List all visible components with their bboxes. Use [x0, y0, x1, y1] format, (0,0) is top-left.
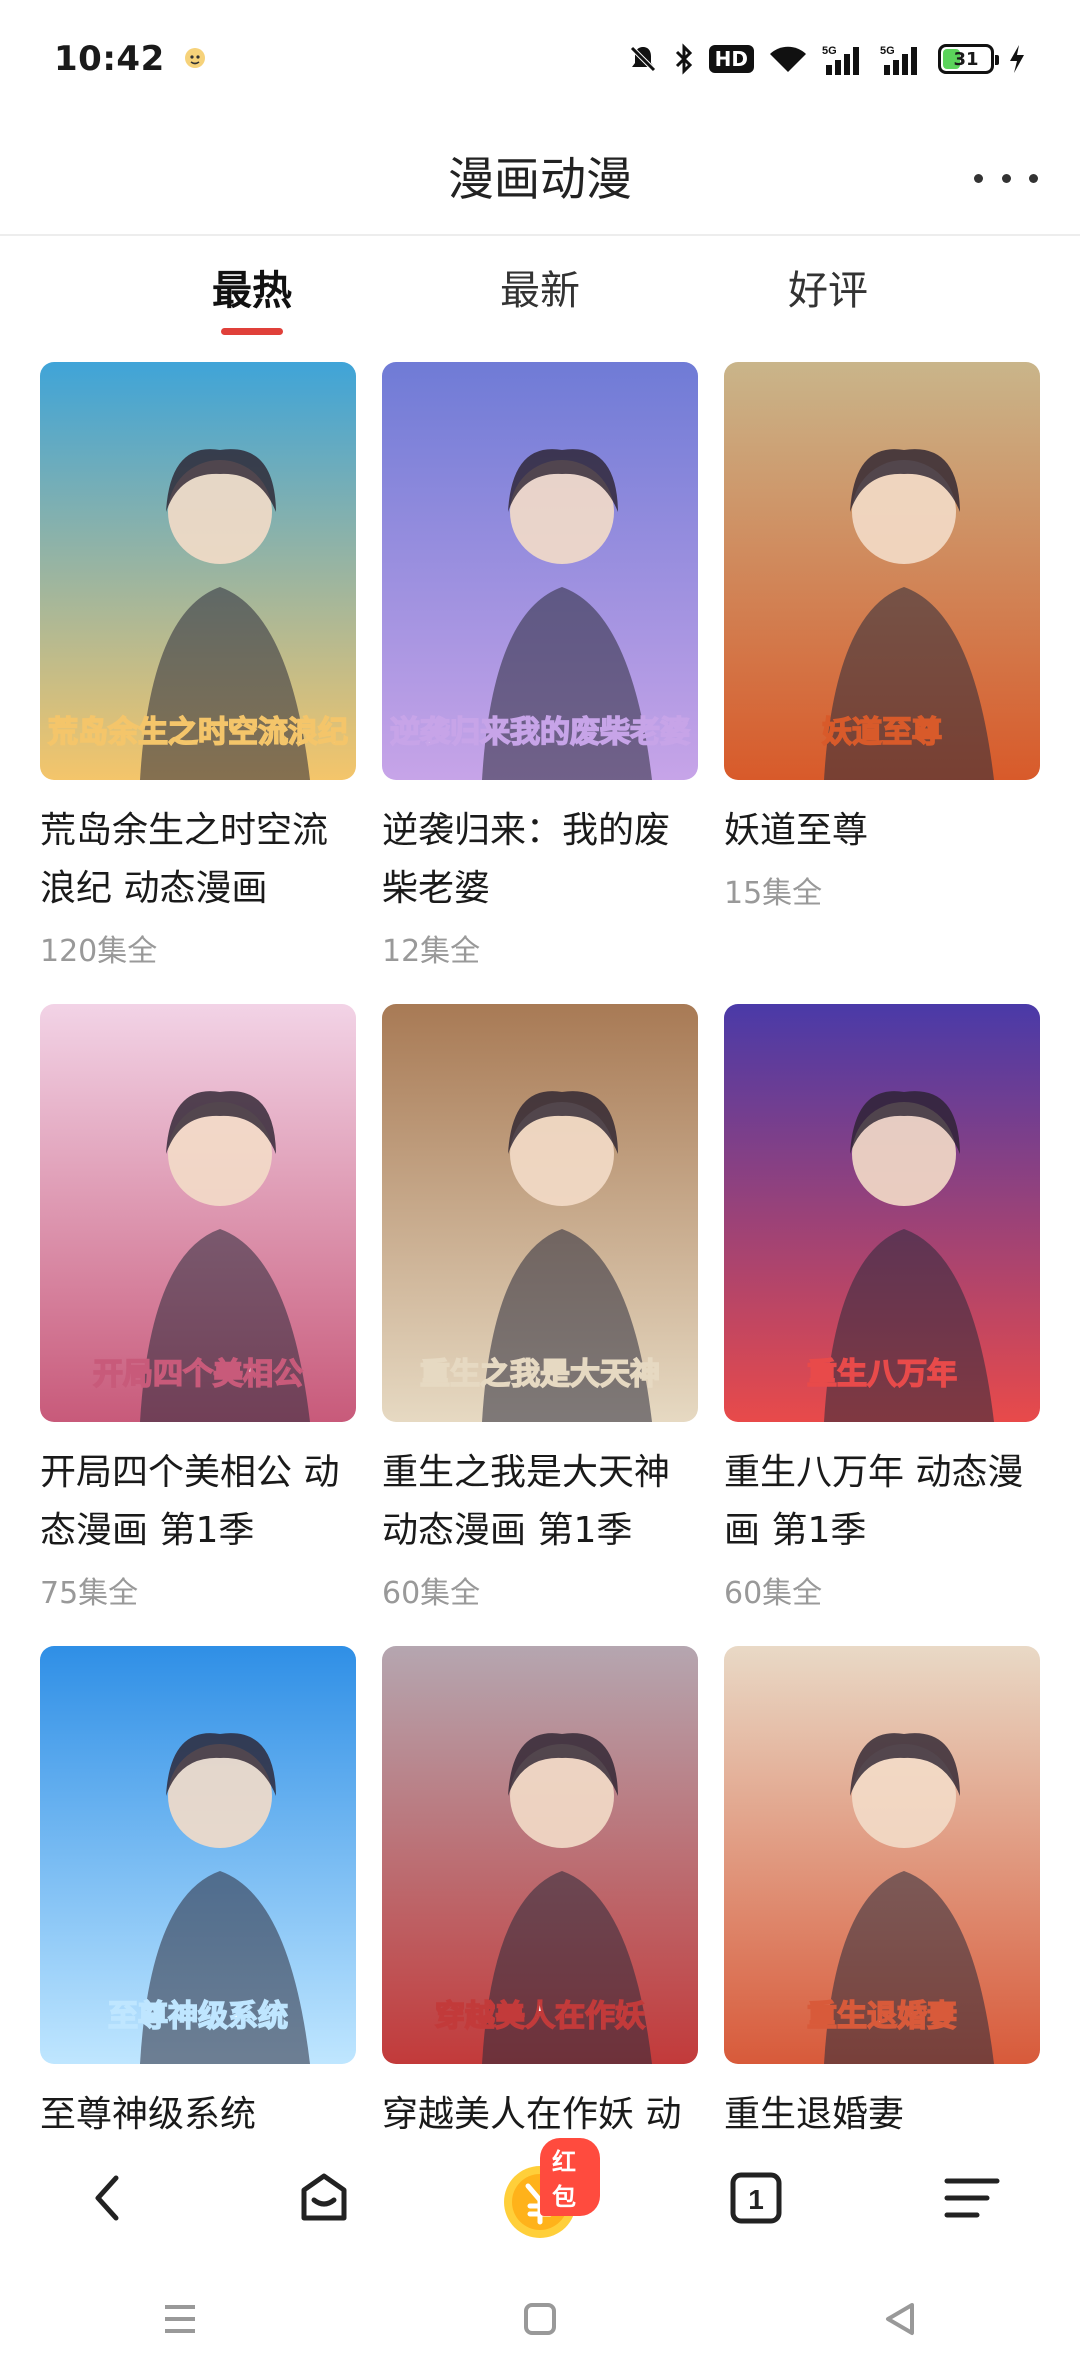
redpacket-button[interactable]: 红包 — [480, 2138, 600, 2258]
comic-title: 荒岛余生之时空流浪纪 动态漫画 — [40, 810, 329, 909]
system-back-button[interactable] — [882, 2301, 918, 2341]
cover-art: 开局四个美相公 — [40, 1004, 356, 1422]
comic-card[interactable]: 妖道至尊 妖道至尊 15集全 — [724, 362, 1040, 912]
menu-icon — [944, 2178, 1000, 2218]
comic-card[interactable]: 逆袭归来我的废柴老婆 逆袭归来：我的废柴老婆 12集全 — [382, 362, 698, 970]
svg-text:5G: 5G — [822, 45, 837, 57]
cover-art: 穿越美人在作妖 — [382, 1646, 698, 2064]
comic-card[interactable]: 重生退婚妻 重生退婚妻 — [724, 1646, 1040, 2132]
comic-cover[interactable]: 至尊神级系统 — [40, 1646, 356, 2064]
cover-art: 重生之我是大天神 — [382, 1004, 698, 1422]
cover-caption: 重生八万年 — [807, 1357, 957, 1392]
more-dot — [1001, 173, 1011, 183]
triangle-back-icon — [886, 2303, 914, 2335]
active-tab-indicator — [221, 328, 283, 335]
wifi-icon — [768, 44, 808, 74]
tab-rated[interactable]: 好评 — [748, 258, 908, 316]
comic-title: 重生之我是大天神 动态漫画 第1季 — [382, 1452, 671, 1551]
comic-grid: 荒岛余生之时空流浪纪 荒岛余生之时空流浪纪 动态漫画 120集全 逆袭归来我的废… — [40, 362, 1040, 2132]
signal-icon-2: 5G — [880, 43, 924, 75]
hd-badge: HD — [708, 45, 754, 73]
comic-title: 开局四个美相公 动态漫画 第1季 — [40, 1452, 340, 1551]
comic-title: 至尊神级系统 — [40, 2094, 257, 2132]
comic-title: 重生退婚妻 — [724, 2094, 905, 2132]
redpacket-badge: 红包 — [540, 2138, 600, 2216]
status-bar: 10:42 HD 5G 5G 31 — [0, 0, 1080, 118]
back-button[interactable] — [48, 2138, 168, 2258]
episode-count: 12集全 — [382, 934, 481, 969]
comic-cover[interactable]: 逆袭归来我的废柴老婆 — [382, 362, 698, 780]
cover-caption: 荒岛余生之时空流浪纪 — [48, 715, 348, 750]
comic-cover[interactable]: 重生之我是大天神 — [382, 1004, 698, 1422]
page-header: 漫画动漫 — [0, 118, 1080, 236]
system-home-button[interactable] — [522, 2301, 558, 2341]
cover-art: 重生退婚妻 — [724, 1646, 1040, 2064]
more-dot — [974, 173, 983, 183]
comic-card[interactable]: 至尊神级系统 至尊神级系统 — [40, 1646, 356, 2132]
bottom-nav: 红包 1 — [0, 2130, 1080, 2266]
comic-card[interactable]: 穿越美人在作妖 穿越美人在作妖 动 — [382, 1646, 698, 2132]
battery-indicator: 31 — [938, 44, 999, 74]
comic-title: 重生八万年 动态漫画 第1季 — [724, 1452, 1024, 1551]
cover-caption: 逆袭归来我的废柴老婆 — [390, 715, 690, 750]
comic-card[interactable]: 重生八万年 重生八万年 动态漫画 第1季 60集全 — [724, 1004, 1040, 1612]
status-right: HD 5G 5G 31 — [627, 43, 1026, 75]
more-button[interactable] — [974, 154, 1038, 202]
comic-cover[interactable]: 穿越美人在作妖 — [382, 1646, 698, 2064]
comic-cover[interactable]: 荒岛余生之时空流浪纪 — [40, 362, 356, 780]
home-box-icon — [301, 2173, 347, 2221]
cover-caption: 穿越美人在作妖 — [435, 1999, 645, 2034]
home-button[interactable] — [264, 2138, 384, 2258]
page-title: 漫画动漫 — [448, 152, 632, 206]
cover-art: 逆袭归来我的废柴老婆 — [382, 362, 698, 780]
recent-apps-button[interactable] — [162, 2301, 198, 2341]
tabs-count: 1 — [748, 2184, 764, 2215]
battery-level: 31 — [953, 48, 979, 70]
comic-title: 妖道至尊 — [724, 810, 869, 851]
cover-caption: 开局四个美相公 — [93, 1357, 303, 1392]
episode-count: 15集全 — [724, 876, 823, 911]
svg-text:5G: 5G — [880, 45, 895, 57]
comic-title: 逆袭归来：我的废柴老婆 — [382, 810, 671, 909]
status-left: 10:42 — [54, 39, 209, 79]
cover-art: 妖道至尊 — [724, 362, 1040, 780]
episode-count: 120集全 — [40, 934, 158, 969]
cover-caption: 重生退婚妻 — [807, 1999, 957, 2034]
cover-caption: 妖道至尊 — [822, 715, 942, 750]
charging-icon — [1008, 43, 1026, 75]
avatar-notification-icon — [181, 45, 209, 73]
comic-card[interactable]: 开局四个美相公 开局四个美相公 动态漫画 第1季 75集全 — [40, 1004, 356, 1612]
comic-card[interactable]: 荒岛余生之时空流浪纪 荒岛余生之时空流浪纪 动态漫画 120集全 — [40, 362, 356, 970]
episode-count: 60集全 — [382, 1576, 481, 1611]
comic-cover[interactable]: 妖道至尊 — [724, 362, 1040, 780]
cover-caption: 至尊神级系统 — [108, 1999, 288, 2034]
recent-apps-icon — [165, 2305, 195, 2333]
back-chevron-icon — [95, 2175, 119, 2221]
tabs-count-icon: 1 — [730, 2172, 782, 2224]
system-nav — [0, 2266, 1080, 2376]
comic-cover[interactable]: 重生八万年 — [724, 1004, 1040, 1422]
comic-card[interactable]: 重生之我是大天神 重生之我是大天神 动态漫画 第1季 60集全 — [382, 1004, 698, 1612]
square-home-icon — [524, 2303, 556, 2335]
comic-title: 穿越美人在作妖 动 — [382, 2094, 682, 2132]
episode-count: 75集全 — [40, 1576, 139, 1611]
tab-hot[interactable]: 最热 — [172, 258, 332, 316]
comic-cover[interactable]: 开局四个美相公 — [40, 1004, 356, 1422]
signal-icon-1: 5G — [822, 43, 866, 75]
menu-button[interactable] — [912, 2138, 1032, 2258]
tab-new[interactable]: 最新 — [460, 258, 620, 316]
mute-icon — [627, 43, 659, 75]
cover-art: 荒岛余生之时空流浪纪 — [40, 362, 356, 780]
episode-count: 60集全 — [724, 1576, 823, 1611]
cover-art: 重生八万年 — [724, 1004, 1040, 1422]
cover-caption: 重生之我是大天神 — [420, 1357, 660, 1392]
tabs-button[interactable]: 1 — [696, 2138, 816, 2258]
cover-art: 至尊神级系统 — [40, 1646, 356, 2064]
comic-cover[interactable]: 重生退婚妻 — [724, 1646, 1040, 2064]
category-tabs: 最热 最新 好评 — [0, 238, 1080, 346]
more-dot — [1029, 173, 1038, 183]
bluetooth-icon — [673, 43, 695, 75]
status-time: 10:42 — [54, 39, 165, 79]
